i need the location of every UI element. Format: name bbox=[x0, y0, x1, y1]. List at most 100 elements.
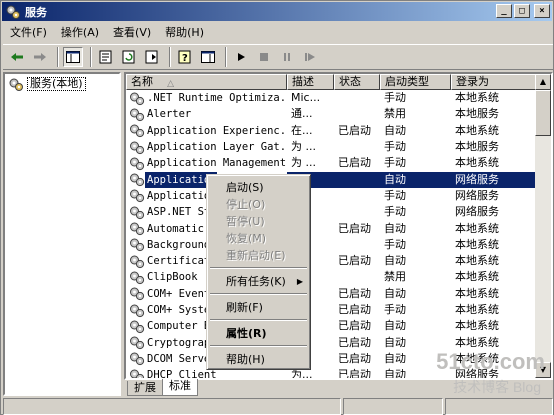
service-logon-as: 本地系统 bbox=[455, 319, 499, 333]
pause-service-button[interactable] bbox=[277, 47, 297, 67]
ctx-pause[interactable]: 暂停(U) bbox=[210, 214, 307, 229]
service-status bbox=[334, 204, 380, 220]
service-gear-icon bbox=[129, 221, 145, 236]
service-gear-icon bbox=[129, 286, 145, 301]
menu-file[interactable]: 文件(F) bbox=[3, 24, 54, 42]
service-row[interactable]: Alerter 通... 禁用 本地服务 bbox=[126, 106, 539, 122]
service-row[interactable]: Application Layer Gat... 为 ... 手动 本地服务 bbox=[126, 139, 539, 155]
restart-service-button[interactable] bbox=[300, 47, 320, 67]
watermark-subtitle: 技术博客 Blog bbox=[453, 379, 541, 395]
service-status: 已启动 bbox=[338, 303, 371, 316]
column-status-header[interactable]: 状态 bbox=[334, 74, 380, 90]
show-tree-button[interactable] bbox=[63, 47, 83, 67]
sort-ascending-icon: △ bbox=[167, 79, 174, 89]
service-startup-type: 禁用 bbox=[384, 270, 406, 284]
menu-help[interactable]: 帮助(H) bbox=[158, 24, 211, 42]
service-startup-type: 手动 bbox=[384, 140, 406, 154]
ctx-resume[interactable]: 恢复(M) bbox=[210, 231, 307, 246]
service-row[interactable]: Automatic U...已启动自动本地系统 bbox=[126, 220, 539, 236]
service-row[interactable]: Background...手动本地系统 bbox=[126, 237, 539, 253]
ctx-refresh[interactable]: 刷新(F) bbox=[210, 300, 307, 315]
ctx-start[interactable]: 启动(S) bbox=[210, 180, 307, 195]
service-row[interactable]: COM+ Event...已启动自动本地系统 bbox=[126, 286, 539, 302]
stop-icon bbox=[260, 53, 268, 61]
status-panel bbox=[3, 398, 341, 415]
play-icon bbox=[238, 53, 245, 61]
service-startup-type: 自动 bbox=[384, 254, 406, 268]
tab-standard[interactable]: 标准 bbox=[162, 379, 198, 396]
column-name-header[interactable]: 名称 △ bbox=[126, 74, 287, 90]
service-name: Application Layer Gat... bbox=[147, 141, 287, 154]
service-startup-type: 自动 bbox=[384, 221, 406, 235]
service-logon-as: 网络服务 bbox=[455, 205, 499, 219]
service-status: 已启动 bbox=[338, 351, 371, 365]
service-startup-type: 手动 bbox=[384, 156, 406, 170]
refresh-button[interactable] bbox=[119, 47, 139, 67]
ctx-all-tasks[interactable]: 所有任务(K) ▶ bbox=[210, 274, 307, 289]
service-name: .NET Runtime Optimiza... bbox=[147, 92, 287, 105]
list-header: 名称 △ 描述 状态 启动类型 登录为 bbox=[126, 74, 539, 90]
vertical-scrollbar[interactable]: ▲ ▼ bbox=[535, 74, 551, 378]
column-startup-type-header[interactable]: 启动类型 bbox=[380, 74, 451, 90]
service-logon-as: 本地系统 bbox=[455, 254, 499, 268]
service-row[interactable]: Application...手动网络服务 bbox=[126, 188, 539, 204]
service-startup-type: 手动 bbox=[384, 188, 406, 202]
help-button[interactable]: ? bbox=[175, 47, 195, 67]
ctx-separator bbox=[210, 267, 307, 269]
forward-button[interactable] bbox=[30, 47, 50, 67]
stop-service-button[interactable] bbox=[254, 47, 274, 67]
ctx-help[interactable]: 帮助(H) bbox=[210, 352, 307, 367]
service-row[interactable]: .NET Runtime Optimiza... Mic... 手动 本地系统 bbox=[126, 90, 539, 106]
ctx-restart[interactable]: 重新启动(E) bbox=[210, 248, 307, 263]
service-status: 已启动 bbox=[338, 156, 371, 170]
service-name-cell: Alerter bbox=[126, 106, 287, 122]
tree-item-services-local[interactable]: 服务(本地) bbox=[8, 76, 86, 92]
service-row[interactable]: Application Experienc... 在... 已启动 自动 本地系统 bbox=[126, 123, 539, 139]
service-status: 已启动 bbox=[338, 123, 371, 137]
show-action-pane-button[interactable] bbox=[198, 47, 218, 67]
scroll-up-button[interactable]: ▲ bbox=[535, 74, 551, 90]
properties-button[interactable] bbox=[96, 47, 116, 67]
service-row[interactable]: Certificate...已启动自动本地系统 bbox=[126, 253, 539, 269]
menu-action[interactable]: 操作(A) bbox=[54, 24, 106, 42]
export-list-button[interactable] bbox=[142, 47, 162, 67]
ctx-stop[interactable]: 停止(O) bbox=[210, 197, 307, 212]
service-status bbox=[334, 139, 380, 155]
menu-view[interactable]: 查看(V) bbox=[106, 24, 158, 42]
service-row[interactable]: Computer Br...已启动自动本地系统 bbox=[126, 318, 539, 334]
ctx-properties[interactable]: 属性(R) bbox=[210, 326, 307, 341]
column-description-header[interactable]: 描述 bbox=[287, 74, 334, 90]
service-name: Alerter bbox=[147, 108, 192, 121]
ctx-separator bbox=[210, 293, 307, 295]
service-name: Application Experienc... bbox=[147, 124, 287, 137]
status-panel bbox=[343, 398, 443, 415]
maximize-button[interactable]: □ bbox=[514, 4, 530, 18]
minimize-button[interactable]: _ bbox=[496, 4, 512, 18]
toolbar-separator bbox=[90, 47, 92, 67]
service-name: ClipBook bbox=[147, 271, 198, 284]
start-service-button[interactable] bbox=[231, 47, 251, 67]
service-status: 已启动 bbox=[338, 221, 371, 235]
service-row[interactable]: ASP.NET Sta...手动网络服务 bbox=[126, 204, 539, 220]
properties-icon bbox=[99, 50, 112, 64]
service-row[interactable]: Application...自动网络服务 bbox=[126, 171, 539, 188]
service-row[interactable]: Application Management 为 ... 已启动 手动 本地系统 bbox=[126, 155, 539, 171]
service-gear-icon bbox=[129, 319, 145, 334]
close-button[interactable]: × bbox=[534, 4, 550, 18]
service-gear-icon bbox=[129, 303, 145, 318]
svg-text:?: ? bbox=[182, 53, 188, 64]
scroll-thumb[interactable] bbox=[535, 90, 551, 136]
back-button[interactable] bbox=[7, 47, 27, 67]
service-gear-icon bbox=[129, 107, 145, 122]
toolbar-separator bbox=[57, 47, 59, 67]
service-startup-type: 自动 bbox=[380, 171, 451, 188]
tab-extended[interactable]: 扩展 bbox=[127, 381, 163, 396]
toolbar: ? bbox=[3, 44, 553, 70]
tree-label: 服务(本地) bbox=[27, 77, 86, 91]
watermark-logo: 51cto.com bbox=[436, 349, 545, 374]
column-logon-as-header[interactable]: 登录为 bbox=[451, 74, 539, 90]
service-row[interactable]: ClipBook...禁用本地系统 bbox=[126, 269, 539, 285]
title-bar[interactable]: 服务 _ □ × bbox=[2, 2, 552, 21]
service-row[interactable]: COM+ System...已启动手动本地系统 bbox=[126, 302, 539, 318]
service-gear-icon bbox=[129, 237, 145, 252]
